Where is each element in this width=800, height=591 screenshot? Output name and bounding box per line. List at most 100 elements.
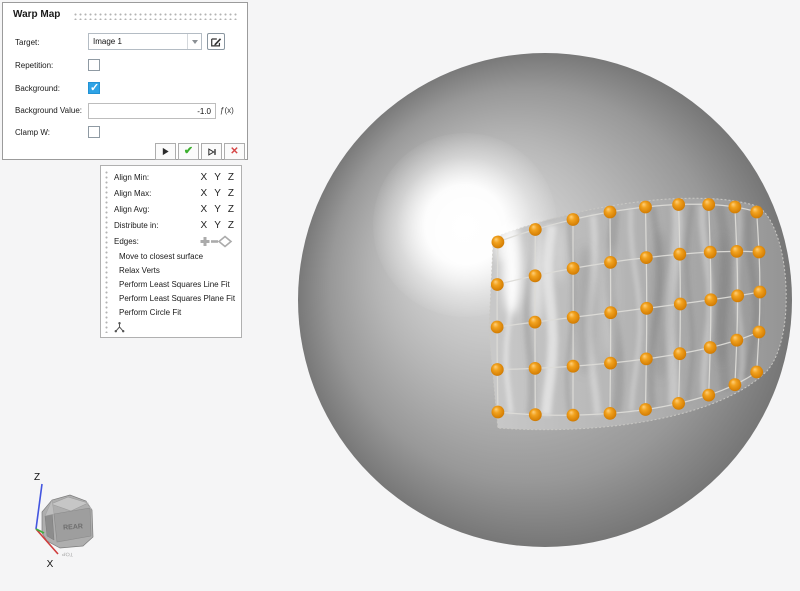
cancel-button[interactable]: ✕ [224, 143, 245, 160]
control-point[interactable] [491, 321, 504, 334]
view-cube-top-label: TOP [61, 551, 73, 557]
distribute-z-button[interactable]: Z [228, 220, 234, 231]
align-avg-y-button[interactable]: Y [214, 204, 221, 215]
repetition-checkbox[interactable] [88, 59, 100, 71]
control-point[interactable] [529, 362, 542, 375]
application-window: TOP REAR Z X Warp Map Target: Image 1 [0, 0, 800, 591]
control-point[interactable] [604, 256, 617, 269]
view-cube[interactable]: TOP REAR Z X [34, 472, 93, 570]
control-point[interactable] [729, 201, 742, 214]
control-point[interactable] [704, 341, 717, 354]
edges-label: Edges: [111, 237, 198, 246]
distribute-x-button[interactable]: X [201, 220, 208, 231]
axis-x-label: X [47, 559, 54, 570]
clamp-w-label: Clamp W: [15, 128, 50, 137]
control-point[interactable] [672, 198, 685, 211]
control-point[interactable] [672, 397, 685, 410]
target-label: Target: [15, 38, 39, 47]
control-point[interactable] [491, 278, 504, 291]
control-point[interactable] [529, 223, 542, 236]
align-max-x-button[interactable]: X [201, 188, 208, 199]
play-button[interactable] [155, 143, 176, 160]
control-point[interactable] [702, 389, 715, 402]
control-point[interactable] [567, 311, 580, 324]
drag-handle[interactable] [73, 12, 239, 20]
background-value-input[interactable] [88, 103, 216, 119]
align-min-x-button[interactable]: X [201, 172, 208, 183]
target-dropdown[interactable]: Image 1 [88, 33, 202, 50]
control-point[interactable] [754, 286, 767, 299]
control-point[interactable] [639, 201, 652, 214]
control-point[interactable] [750, 366, 763, 379]
datum-triad-icon[interactable] [113, 321, 126, 334]
axis-z-line [36, 484, 42, 529]
align-avg-x-button[interactable]: X [201, 204, 208, 215]
repetition-label: Repetition: [15, 61, 53, 70]
distribute-label: Distribute in: [111, 221, 201, 230]
control-point[interactable] [673, 347, 686, 360]
control-point[interactable] [729, 378, 742, 391]
control-point[interactable] [604, 407, 617, 420]
control-point[interactable] [639, 403, 652, 416]
close-x-icon: ✕ [230, 147, 238, 157]
control-point[interactable] [731, 289, 744, 302]
control-point[interactable] [750, 206, 763, 219]
control-point[interactable] [567, 409, 580, 422]
background-label: Background: [15, 84, 60, 93]
control-point[interactable] [567, 262, 580, 275]
edit-target-button[interactable] [207, 33, 225, 50]
distribute-y-button[interactable]: Y [214, 220, 221, 231]
control-point[interactable] [491, 363, 504, 376]
fx-expression-label[interactable]: ƒ(x) [220, 106, 234, 115]
control-point[interactable] [529, 408, 542, 421]
edges-connector-icon[interactable] [198, 235, 234, 248]
confirm-button[interactable]: ✔ [178, 143, 199, 160]
align-avg-z-button[interactable]: Z [228, 204, 234, 215]
menu-item-least-squares-line-fit[interactable]: Perform Least Squares Line Fit [111, 277, 241, 291]
control-point[interactable] [567, 360, 580, 373]
control-point[interactable] [704, 246, 717, 259]
background-checkbox[interactable] [88, 82, 100, 94]
control-point[interactable] [492, 406, 505, 419]
menu-item-relax-verts[interactable]: Relax Verts [111, 263, 241, 277]
control-point[interactable] [702, 198, 715, 211]
control-point[interactable] [705, 293, 718, 306]
control-point[interactable] [730, 334, 743, 347]
align-max-label: Align Max: [111, 189, 201, 198]
dialog-title: Warp Map [13, 9, 60, 20]
align-min-y-button[interactable]: Y [214, 172, 221, 183]
control-point[interactable] [529, 316, 542, 329]
menu-item-move-to-closest-surface[interactable]: Move to closest surface [111, 249, 241, 263]
align-max-row: Align Max: X Y Z [111, 185, 241, 201]
warp-map-dialog: Warp Map Target: Image 1 Repetition: Bac… [2, 2, 248, 160]
control-point[interactable] [529, 269, 542, 282]
control-point[interactable] [604, 206, 617, 219]
control-point[interactable] [604, 306, 617, 319]
control-point[interactable] [492, 236, 505, 249]
control-point[interactable] [567, 213, 580, 226]
control-point[interactable] [640, 251, 653, 264]
menu-item-least-squares-plane-fit[interactable]: Perform Least Squares Plane Fit [111, 291, 241, 305]
control-point[interactable] [604, 357, 617, 370]
control-point[interactable] [673, 248, 686, 261]
drag-handle[interactable] [104, 170, 109, 333]
control-point[interactable] [640, 302, 653, 315]
align-max-z-button[interactable]: Z [228, 188, 234, 199]
skip-to-end-icon [207, 147, 217, 157]
dropdown-arrow-button[interactable] [187, 34, 201, 49]
control-point[interactable] [674, 298, 687, 311]
align-min-row: Align Min: X Y Z [111, 169, 241, 185]
edges-row: Edges: [111, 233, 241, 249]
align-tools-panel: Align Min: X Y Z Align Max: X Y Z Align … [100, 165, 242, 338]
align-min-z-button[interactable]: Z [228, 172, 234, 183]
align-max-y-button[interactable]: Y [214, 188, 221, 199]
control-point[interactable] [753, 326, 766, 339]
distribute-row: Distribute in: X Y Z [111, 217, 241, 233]
menu-item-circle-fit[interactable]: Perform Circle Fit [111, 305, 241, 319]
control-point[interactable] [640, 353, 653, 366]
reset-button[interactable] [201, 143, 222, 160]
control-point[interactable] [730, 245, 743, 258]
control-point[interactable] [753, 246, 766, 259]
play-icon [161, 147, 170, 156]
clamp-w-checkbox[interactable] [88, 126, 100, 138]
